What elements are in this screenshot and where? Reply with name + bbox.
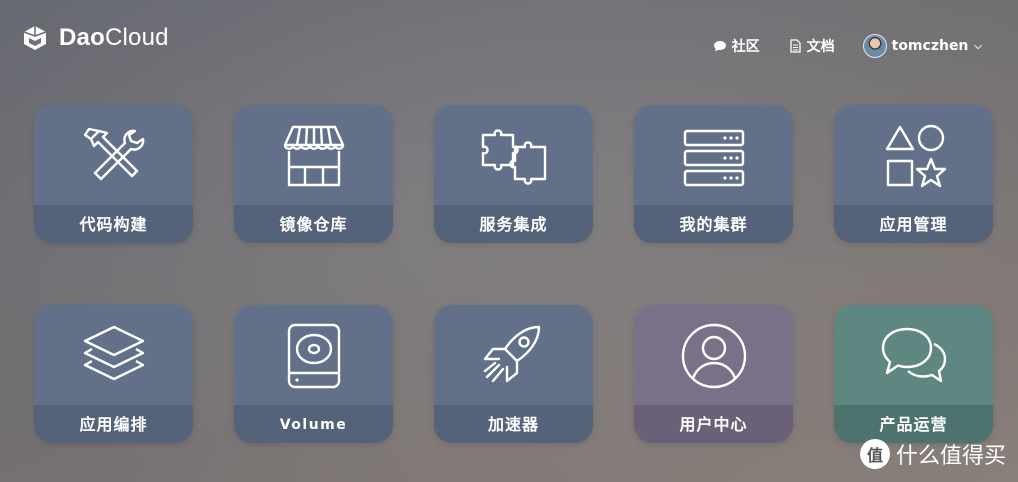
tile-volume[interactable]: Volume — [234, 305, 393, 443]
tile-label: Volume — [234, 405, 393, 443]
disk-drive-icon — [287, 323, 340, 389]
daocloud-logo[interactable]: DaoCloud — [21, 24, 169, 52]
rocket-icon — [483, 325, 540, 383]
tile-label: 用户中心 — [634, 405, 793, 443]
tile-label: 镜像仓库 — [234, 205, 393, 243]
tile-label: 代码构建 — [34, 205, 193, 243]
layers-icon — [83, 325, 144, 381]
community-label: 社区 — [731, 39, 760, 55]
docs-link[interactable]: 文档 — [788, 36, 835, 56]
top-navigation: 社区 文档 tomczhen ⌵ — [713, 34, 982, 58]
tile-code-build[interactable]: 代码构建 — [34, 105, 193, 243]
tile-label: 应用管理 — [834, 205, 993, 243]
chat-bubble-icon — [713, 41, 726, 52]
tile-accelerator[interactable]: 加速器 — [434, 305, 593, 443]
avatar — [862, 34, 887, 58]
tile-label: 服务集成 — [434, 205, 593, 243]
tile-label: 加速器 — [434, 405, 593, 443]
puzzle-icon — [481, 129, 546, 185]
chat-bubbles-icon — [881, 327, 946, 383]
server-stack-icon — [683, 129, 744, 187]
chevron-down-icon: ⌵ — [974, 40, 982, 52]
tile-image-registry[interactable]: 镜像仓库 — [234, 105, 393, 243]
tile-my-cluster[interactable]: 我的集群 — [634, 105, 793, 243]
user-menu[interactable]: tomczhen ⌵ — [862, 34, 982, 58]
shapes-icon — [885, 124, 946, 188]
watermark-logo-icon: 值 — [859, 439, 890, 469]
watermark-text: 什么值得买 — [895, 444, 1006, 469]
tile-service-integration[interactable]: 服务集成 — [434, 105, 593, 243]
brand-name: DaoCloud — [59, 24, 169, 51]
community-link[interactable]: 社区 — [713, 36, 760, 56]
user-name: tomczhen — [891, 38, 969, 54]
document-icon — [789, 39, 801, 53]
user-circle-icon — [681, 323, 746, 389]
tile-label: 我的集群 — [634, 205, 793, 243]
tile-app-management[interactable]: 应用管理 — [834, 105, 993, 243]
hammer-wrench-icon — [83, 127, 144, 181]
tile-product-operations[interactable]: 产品运营 — [834, 305, 993, 443]
tile-app-orchestration[interactable]: 应用编排 — [34, 305, 193, 443]
watermark: 值 什么值得买 — [859, 438, 1006, 470]
docs-label: 文档 — [806, 39, 835, 55]
tile-user-center[interactable]: 用户中心 — [634, 305, 793, 443]
tile-label: 应用编排 — [34, 405, 193, 443]
daocloud-cube-icon — [23, 26, 47, 50]
storefront-icon — [283, 125, 344, 187]
